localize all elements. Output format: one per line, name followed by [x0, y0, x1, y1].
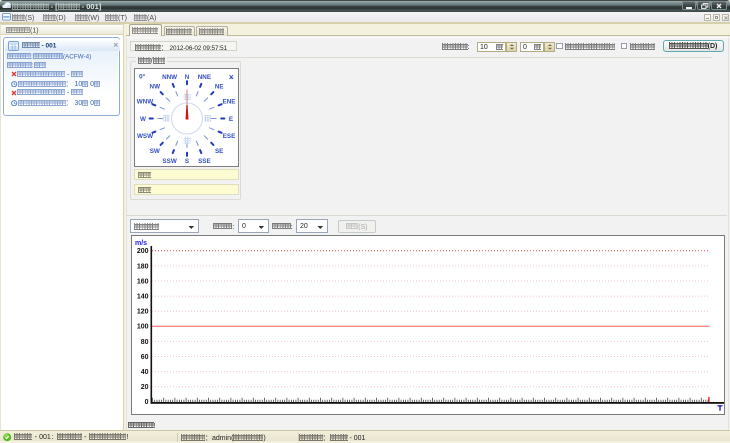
svg-text:120: 120 — [137, 309, 149, 316]
svg-text:0: 0 — [145, 399, 149, 406]
svg-text:SE: SE — [215, 148, 223, 155]
svg-text:ENE: ENE — [223, 98, 236, 105]
svg-text:SSW: SSW — [162, 158, 176, 165]
svg-text:40: 40 — [141, 369, 149, 376]
svg-text:N: N — [185, 74, 190, 81]
svg-text:NNW: NNW — [162, 74, 177, 81]
svg-text:W: W — [140, 116, 146, 123]
svg-text:NNE: NNE — [198, 74, 211, 81]
svg-text:WSW: WSW — [137, 133, 153, 140]
svg-text:180: 180 — [137, 263, 149, 270]
svg-text:100: 100 — [137, 324, 149, 331]
svg-text:E: E — [229, 116, 233, 123]
svg-text:140: 140 — [137, 294, 149, 301]
svg-text:0°: 0° — [139, 73, 146, 81]
svg-text:SW: SW — [150, 148, 160, 155]
svg-text:WNW: WNW — [137, 98, 153, 105]
svg-text:NW: NW — [150, 84, 161, 91]
svg-text:S: S — [185, 158, 189, 165]
svg-text:ESE: ESE — [223, 133, 236, 140]
svg-text:200: 200 — [137, 248, 149, 255]
svg-text:SSE: SSE — [198, 158, 211, 165]
svg-text:60: 60 — [141, 354, 149, 361]
svg-text:NE: NE — [215, 84, 224, 91]
svg-text:m/s: m/s — [135, 240, 147, 247]
svg-text:80: 80 — [141, 339, 149, 346]
svg-text:20: 20 — [141, 384, 149, 391]
svg-text:160: 160 — [137, 278, 149, 285]
